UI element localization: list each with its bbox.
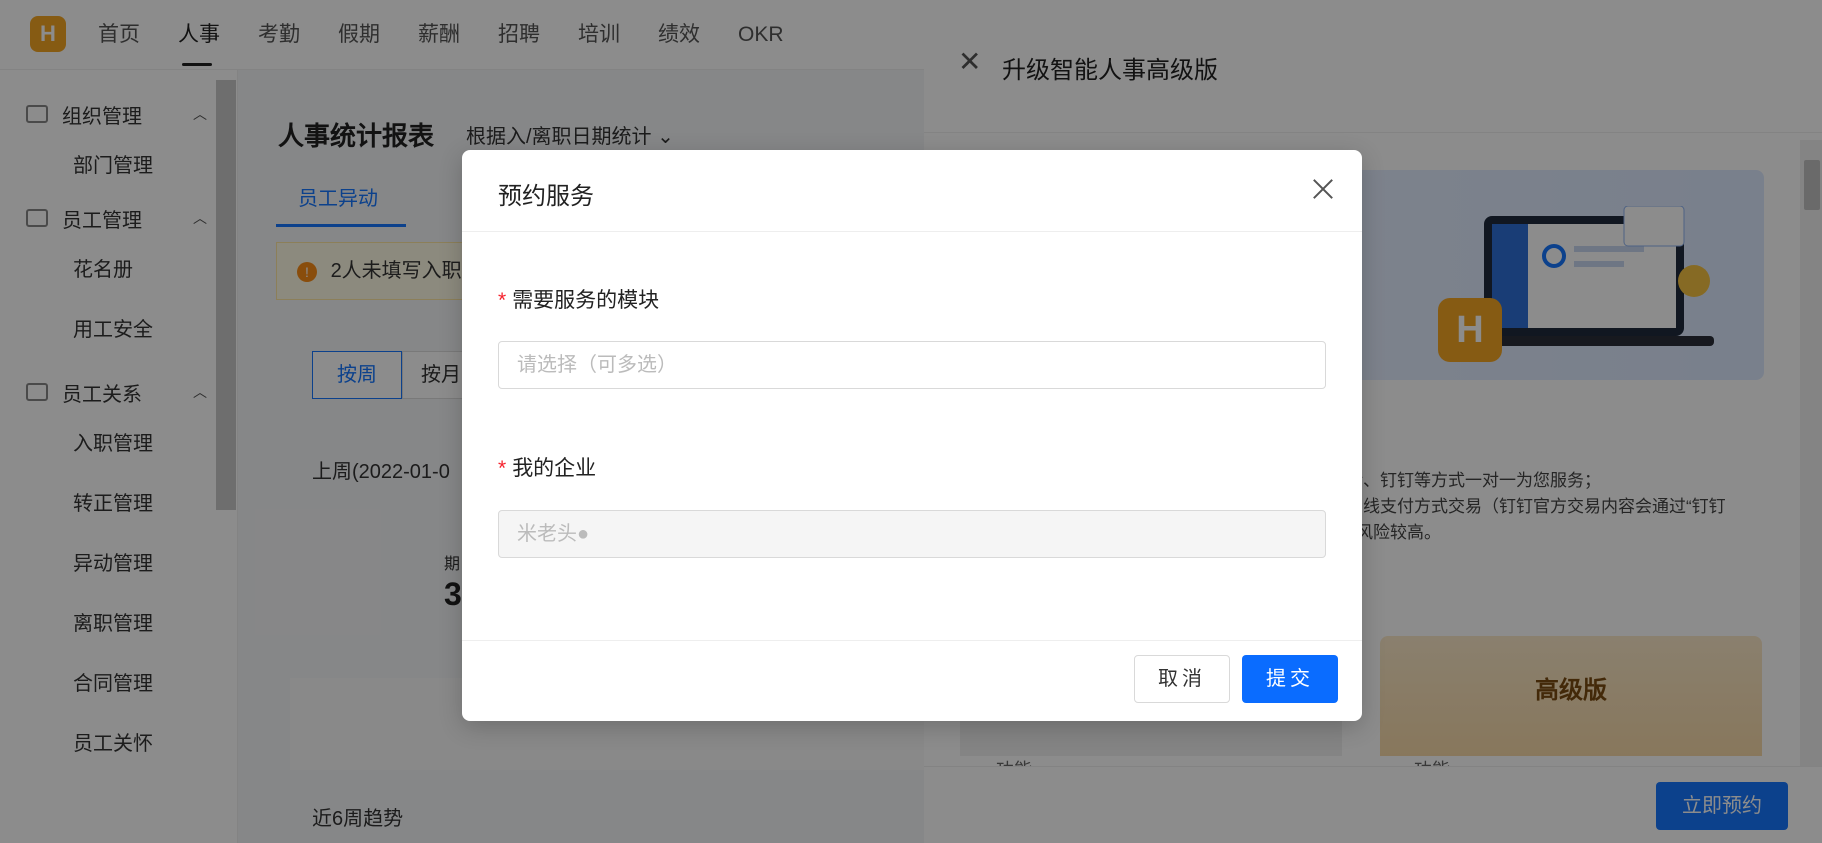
close-icon[interactable]: [1308, 174, 1338, 204]
module-field-label-text: 需要服务的模块: [512, 289, 660, 312]
company-field-label: * 我的企业: [498, 452, 596, 482]
cancel-button[interactable]: 取消: [1134, 655, 1230, 703]
modal-header: 预约服务: [462, 150, 1362, 232]
submit-button[interactable]: 提交: [1242, 655, 1338, 703]
modal-footer: 取消 提交: [462, 640, 1362, 721]
module-select[interactable]: 请选择（可多选）: [498, 341, 1326, 389]
required-mark: *: [498, 457, 507, 480]
company-field-label-text: 我的企业: [512, 457, 597, 480]
modal-title: 预约服务: [498, 183, 594, 210]
company-badge-icon: ●: [577, 523, 590, 545]
module-field-label: * 需要服务的模块: [498, 284, 659, 314]
required-mark: *: [498, 289, 507, 312]
company-field: 米老头●: [498, 510, 1326, 558]
company-field-value: 米老头: [517, 523, 577, 545]
booking-service-modal: 预约服务 * 需要服务的模块 请选择（可多选） * 我的企业 米老头● 取消 提交: [462, 150, 1362, 721]
